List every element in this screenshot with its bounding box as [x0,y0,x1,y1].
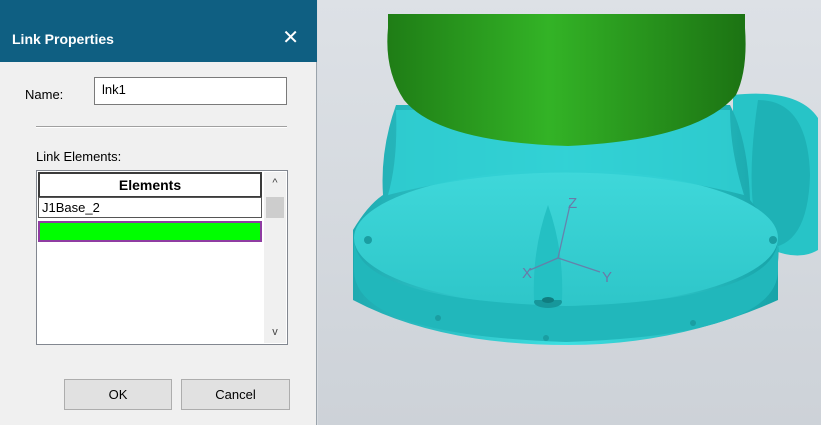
scrollbar-thumb[interactable] [266,197,284,218]
name-input[interactable] [94,77,287,105]
table-body: Elements J1Base_2 [38,172,262,343]
table-row[interactable]: J1Base_2 [38,197,262,218]
vertical-scrollbar[interactable]: ^ v [264,172,286,343]
separator [36,126,287,128]
axis-y-label: Y [602,269,612,286]
column-header-elements[interactable]: Elements [38,172,262,197]
link-elements-label: Link Elements: [36,149,122,164]
cancel-button[interactable]: Cancel [181,379,290,410]
3d-viewport[interactable]: Z Y X [318,0,821,425]
dialog-titlebar[interactable]: Link Properties ✕ [0,0,317,62]
link-elements-table[interactable]: Elements J1Base_2 ^ v [36,170,288,345]
robot-base-model: Z Y X [353,14,818,345]
name-label: Name: [25,87,64,102]
scroll-down-icon[interactable]: v [264,321,286,343]
link-properties-dialog: Link Properties ✕ Name: Link Elements: E… [0,0,317,425]
axis-x-label: X [522,265,532,282]
close-icon[interactable]: ✕ [282,26,299,50]
base-flange-top [354,170,778,306]
axis-z-label: Z [568,195,577,212]
table-row-selected-new[interactable] [38,221,262,242]
dialog-title: Link Properties [12,31,114,47]
scroll-up-icon[interactable]: ^ [264,172,286,194]
ok-button[interactable]: OK [64,379,172,410]
